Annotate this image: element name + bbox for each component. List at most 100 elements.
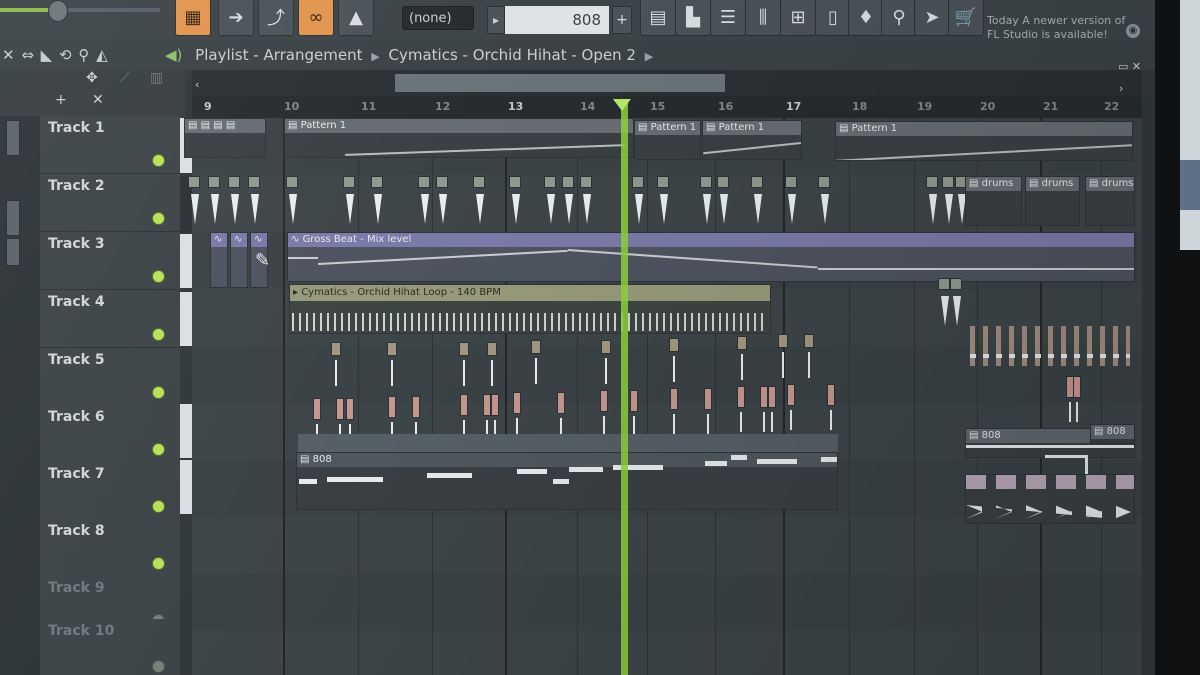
scroll-right-icon[interactable]: › bbox=[1119, 82, 1123, 95]
drums-clip[interactable]: ▤ drums bbox=[1025, 176, 1080, 226]
automation-clip[interactable]: ∿ bbox=[230, 232, 248, 288]
perc-clip[interactable] bbox=[557, 392, 565, 440]
playlist-icon[interactable]: ▤ bbox=[640, 0, 676, 36]
browser-icon[interactable]: ⊞ bbox=[780, 0, 816, 36]
kick-clip[interactable] bbox=[208, 176, 220, 228]
p808-clip[interactable]: ▤ 808 bbox=[1090, 424, 1135, 444]
edge-button[interactable] bbox=[6, 200, 20, 236]
track-mute-led[interactable] bbox=[152, 557, 165, 570]
track-header[interactable]: Track 1 bbox=[40, 116, 180, 174]
overview-window[interactable] bbox=[395, 74, 725, 92]
arrow-icon[interactable]: ➔ bbox=[218, 0, 254, 36]
project-icon[interactable]: ▯ bbox=[815, 0, 851, 36]
openhat-clip[interactable] bbox=[531, 340, 541, 386]
shop-icon[interactable]: 🛒 bbox=[948, 0, 984, 36]
openhat-clip[interactable] bbox=[778, 334, 788, 380]
kick-clip[interactable] bbox=[418, 176, 430, 228]
help-icon[interactable]: ➤ bbox=[914, 0, 950, 36]
track-mute-led[interactable] bbox=[152, 154, 165, 167]
track-header[interactable]: Track 2 bbox=[40, 174, 180, 232]
track-header[interactable]: Track 7 bbox=[40, 462, 180, 520]
perc-clip[interactable] bbox=[600, 390, 608, 438]
master-volume-knob[interactable] bbox=[48, 0, 68, 22]
kick-clip[interactable] bbox=[818, 176, 830, 228]
perc-clip[interactable] bbox=[1073, 376, 1081, 424]
performance-icon[interactable]: ⚲ bbox=[881, 0, 917, 36]
pattern-clip[interactable]: ▤ ▤ ▤ ▤ bbox=[184, 118, 266, 158]
track-header[interactable]: Track 4 bbox=[40, 290, 180, 348]
kick-clip[interactable] bbox=[942, 176, 954, 228]
paint-icon[interactable]: ⟋ bbox=[120, 70, 130, 86]
perc-clip[interactable] bbox=[513, 392, 521, 440]
tool-icons[interactable]: ✕ ⇔ ◣ ⟲ ⚲ ◭ bbox=[2, 40, 109, 70]
openhat-clip[interactable] bbox=[487, 342, 497, 388]
hat-clip[interactable] bbox=[950, 278, 962, 330]
automation-clip[interactable]: ∿ bbox=[210, 232, 228, 288]
kick-clip[interactable] bbox=[509, 176, 521, 228]
mixer-icon[interactable]: ⫼ bbox=[745, 0, 781, 36]
track-header[interactable]: Track 3 bbox=[40, 232, 180, 290]
window-controls[interactable]: ▭ ✕ bbox=[1118, 60, 1141, 73]
track-mute-led[interactable] bbox=[152, 328, 165, 341]
kick-clip[interactable] bbox=[632, 176, 644, 228]
speaker-icon[interactable]: ◀) bbox=[165, 46, 182, 64]
master-volume-track[interactable] bbox=[60, 8, 160, 12]
perc-clip[interactable] bbox=[737, 386, 745, 434]
kick-clip[interactable] bbox=[371, 176, 383, 228]
pattern-clip[interactable]: ▤ Pattern 1 bbox=[835, 121, 1133, 161]
news-panel[interactable]: Today A newer version of FL Studio is av… bbox=[987, 14, 1137, 42]
timeline-ruler[interactable] bbox=[192, 96, 1142, 118]
kick-clip[interactable] bbox=[785, 176, 797, 228]
track-color-handle[interactable] bbox=[180, 460, 192, 514]
pattern-clip[interactable]: ▤ Pattern 1 bbox=[634, 120, 701, 160]
track-mute-led[interactable] bbox=[152, 270, 165, 283]
track-color-handle[interactable] bbox=[180, 292, 192, 346]
perc-clip[interactable] bbox=[670, 388, 678, 436]
perc-clip[interactable] bbox=[704, 388, 712, 436]
gross-beat-automation[interactable]: ∿ Gross Beat - Mix level bbox=[287, 232, 1135, 282]
kick-clip[interactable] bbox=[580, 176, 592, 228]
snap-select[interactable]: (none) bbox=[402, 6, 474, 30]
perc-clip[interactable] bbox=[787, 384, 795, 432]
openhat-clip[interactable] bbox=[387, 342, 397, 388]
track-mute-led[interactable] bbox=[152, 443, 165, 456]
kick-clip[interactable] bbox=[436, 176, 448, 228]
kick-clip[interactable] bbox=[248, 176, 260, 228]
plugin-icon[interactable]: ♦ bbox=[848, 0, 884, 36]
openhat-clip[interactable] bbox=[669, 338, 679, 384]
kick-clip[interactable] bbox=[188, 176, 200, 228]
track-mute-led[interactable] bbox=[152, 660, 165, 673]
hat-icon[interactable]: ▲ bbox=[338, 0, 374, 36]
track-mute-led[interactable] bbox=[152, 212, 165, 225]
drums-clip[interactable]: ▤ drums bbox=[965, 176, 1022, 226]
playhead[interactable] bbox=[621, 100, 628, 675]
link-icon[interactable]: ∞ bbox=[298, 0, 334, 36]
openhat-clip[interactable] bbox=[737, 336, 747, 382]
kick-clip[interactable] bbox=[473, 176, 485, 228]
kick-clip[interactable] bbox=[562, 176, 574, 228]
perc-clip[interactable] bbox=[630, 390, 638, 438]
pattern-add-button[interactable]: + bbox=[612, 6, 632, 34]
hit-clip-group[interactable] bbox=[965, 474, 1135, 524]
stretch-icon[interactable]: ✥ bbox=[86, 70, 98, 86]
track-color-handle[interactable] bbox=[180, 404, 192, 458]
openhat-clip[interactable] bbox=[804, 334, 814, 380]
pattern-prev-button[interactable]: ▸ bbox=[487, 6, 505, 34]
keyboard-icon[interactable]: ▦ bbox=[175, 0, 211, 36]
track-header[interactable]: Track 10 bbox=[40, 619, 180, 675]
kick-clip[interactable] bbox=[700, 176, 712, 228]
kick-clip[interactable] bbox=[751, 176, 763, 228]
track-mute-led[interactable] bbox=[152, 500, 165, 513]
track-mute-led[interactable] bbox=[152, 386, 165, 399]
kick-clip[interactable] bbox=[544, 176, 556, 228]
edge-button[interactable] bbox=[6, 238, 20, 266]
openhat-clip[interactable] bbox=[459, 342, 469, 388]
openhat-clip[interactable] bbox=[331, 342, 341, 388]
wand-icon[interactable]: ⤴ bbox=[258, 0, 294, 36]
perc-clip[interactable] bbox=[827, 384, 835, 432]
track-header[interactable]: Track 5 bbox=[40, 348, 180, 406]
perc-clip[interactable] bbox=[768, 386, 776, 434]
delete-icon[interactable]: ✕ bbox=[92, 92, 104, 108]
kick-clip[interactable] bbox=[343, 176, 355, 228]
p808-clip[interactable]: ▤ 808 bbox=[296, 452, 838, 510]
